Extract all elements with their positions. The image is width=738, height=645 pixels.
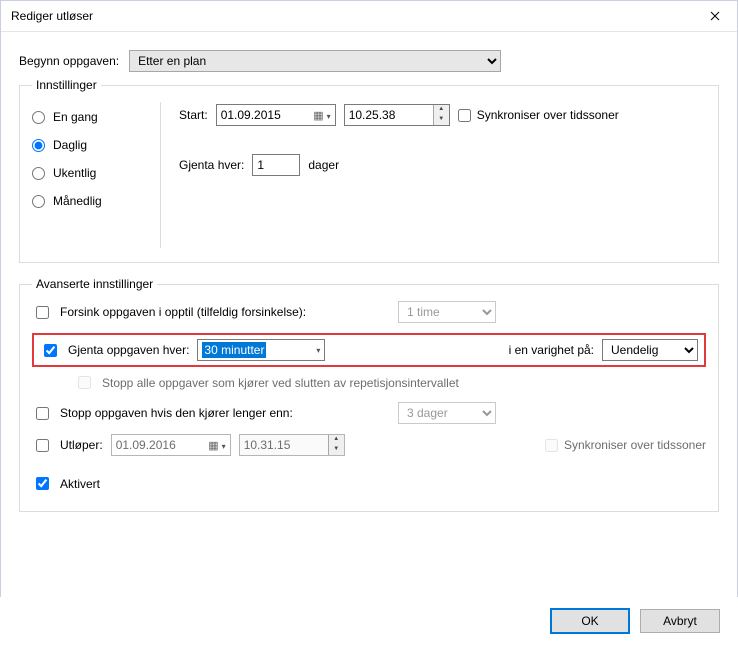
adv-stop-if-longer-row: Stopp oppgaven hvis den kjører lenger en… — [32, 402, 706, 424]
delay-combo: 1 time — [398, 301, 496, 323]
sync-timezone-checkbox[interactable] — [458, 109, 471, 122]
repeat-every-input[interactable] — [252, 154, 300, 176]
recurrence-monthly[interactable]: Månedlig — [32, 194, 142, 208]
repeat-task-highlight: Gjenta oppgaven hver: 30 minutter ▾ i en… — [32, 333, 706, 367]
repeat-task-label: Gjenta oppgaven hver: — [68, 343, 189, 357]
repeat-task-checkbox[interactable] — [44, 344, 57, 357]
close-button[interactable] — [692, 1, 737, 31]
stop-if-longer-combo: 3 dager — [398, 402, 496, 424]
spin-down-icon[interactable]: ▼ — [434, 115, 449, 125]
cancel-button[interactable]: Avbryt — [640, 609, 720, 633]
start-row: Start: 01.09.2015 ▦▾ ▲ ▼ Synk — [179, 104, 706, 126]
start-label: Start: — [179, 108, 208, 122]
stop-at-end-label: Stopp alle oppgaver som kjører ved slutt… — [102, 376, 459, 390]
expires-date-input: 01.09.2016 ▦▾ — [111, 434, 231, 456]
advanced-fieldset: Avanserte innstillinger Forsink oppgaven… — [19, 277, 719, 512]
delay-label: Forsink oppgaven i opptil (tilfeldig for… — [60, 305, 390, 319]
settings-legend: Innstillinger — [32, 78, 101, 92]
calendar-icon: ▦▾ — [208, 438, 225, 452]
adv-delay-row: Forsink oppgaven i opptil (tilfeldig for… — [32, 301, 706, 323]
recurrence-daily[interactable]: Daglig — [32, 138, 142, 152]
adv-enabled-row: Aktivert — [32, 474, 706, 493]
sync-timezone-label: Synkroniser over tidssoner — [477, 108, 619, 122]
duration-label: i en varighet på: — [509, 343, 594, 357]
stop-if-longer-checkbox[interactable] — [36, 407, 49, 420]
title-bar: Rediger utløser — [1, 1, 737, 32]
expires-date-value: 01.09.2016 — [116, 438, 176, 452]
radio-monthly-label: Månedlig — [53, 194, 102, 208]
expires-sync-checkbox — [545, 439, 558, 452]
close-icon — [710, 11, 720, 21]
time-spinner[interactable]: ▲ ▼ — [433, 105, 449, 125]
expires-time-field — [240, 435, 328, 455]
dialog-footer: OK Avbryt — [0, 597, 738, 645]
spin-up-icon: ▲ — [329, 435, 344, 445]
repeat-every-row: Gjenta hver: dager — [179, 154, 706, 176]
repeat-task-value: 30 minutter — [202, 342, 266, 358]
recurrence-once[interactable]: En gang — [32, 110, 142, 124]
start-date-value: 01.09.2015 — [221, 108, 281, 122]
enabled-checkbox[interactable] — [36, 477, 49, 490]
repeat-every-unit: dager — [308, 158, 339, 172]
sync-timezone-check[interactable]: Synkroniser over tidssoner — [458, 108, 619, 122]
spin-down-icon: ▼ — [329, 445, 344, 455]
radio-weekly[interactable] — [32, 167, 45, 180]
chevron-down-icon: ▾ — [316, 346, 320, 355]
start-time-input[interactable]: ▲ ▼ — [344, 104, 450, 126]
repeat-task-combo[interactable]: 30 minutter ▾ — [197, 339, 325, 361]
radio-daily[interactable] — [32, 139, 45, 152]
duration-combo[interactable]: Uendelig — [602, 339, 698, 361]
stop-if-longer-label: Stopp oppgaven hvis den kjører lenger en… — [60, 406, 390, 420]
radio-once-label: En gang — [53, 110, 98, 124]
begin-task-select[interactable]: Etter en plan — [129, 50, 501, 72]
time-spinner-disabled: ▲ ▼ — [328, 435, 344, 455]
delay-checkbox[interactable] — [36, 306, 49, 319]
calendar-icon: ▦▾ — [313, 108, 330, 122]
radio-monthly[interactable] — [32, 195, 45, 208]
begin-task-label: Begynn oppgaven: — [19, 54, 119, 68]
spin-up-icon[interactable]: ▲ — [434, 105, 449, 115]
expires-label: Utløper: — [60, 438, 103, 452]
vertical-divider — [160, 102, 161, 248]
window-title: Rediger utløser — [11, 9, 93, 23]
adv-expires-row: Utløper: 01.09.2016 ▦▾ ▲ ▼ Synkroniser o… — [32, 434, 706, 456]
settings-fieldset: Innstillinger En gang Daglig Ukentlig Må… — [19, 78, 719, 263]
radio-daily-label: Daglig — [53, 138, 87, 152]
expires-time-input: ▲ ▼ — [239, 434, 345, 456]
advanced-legend: Avanserte innstillinger — [32, 277, 157, 291]
settings-right-pane: Start: 01.09.2015 ▦▾ ▲ ▼ Synk — [179, 102, 706, 248]
expires-sync-label: Synkroniser over tidssoner — [564, 438, 706, 452]
start-date-input[interactable]: 01.09.2015 ▦▾ — [216, 104, 336, 126]
radio-once[interactable] — [32, 111, 45, 124]
stop-at-end-checkbox — [78, 376, 91, 389]
begin-task-row: Begynn oppgaven: Etter en plan — [19, 50, 719, 72]
enabled-label: Aktivert — [60, 477, 100, 491]
radio-weekly-label: Ukentlig — [53, 166, 96, 180]
start-time-field[interactable] — [345, 105, 433, 125]
ok-button[interactable]: OK — [550, 608, 630, 634]
recurrence-weekly[interactable]: Ukentlig — [32, 166, 142, 180]
adv-stop-at-end-row: Stopp alle oppgaver som kjører ved slutt… — [74, 373, 706, 392]
expires-checkbox[interactable] — [36, 439, 49, 452]
recurrence-group: En gang Daglig Ukentlig Månedlig — [32, 102, 142, 248]
expires-sync-check: Synkroniser over tidssoner — [545, 438, 706, 452]
repeat-every-label: Gjenta hver: — [179, 158, 244, 172]
